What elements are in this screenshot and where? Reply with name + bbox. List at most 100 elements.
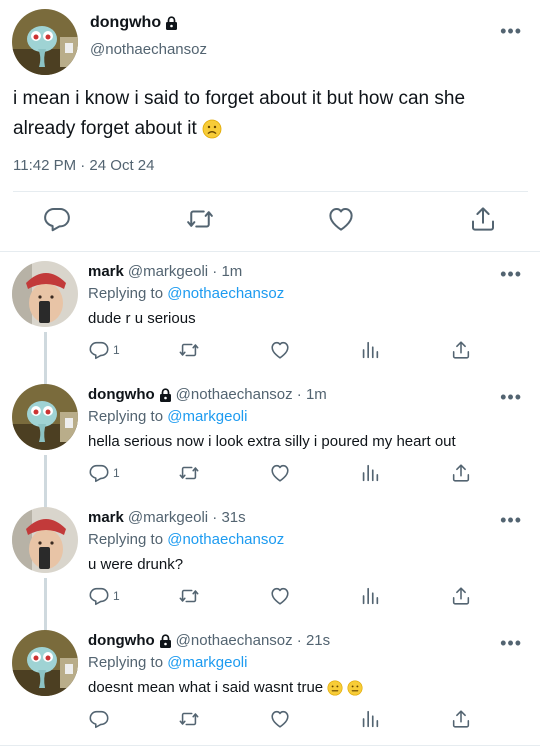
share-icon xyxy=(452,587,470,605)
heart-icon xyxy=(271,587,289,605)
author-name[interactable]: dongwho xyxy=(88,386,155,403)
avatar[interactable] xyxy=(12,507,78,573)
views-button[interactable] xyxy=(359,462,381,484)
reply-tweet[interactable]: mark @markgeoli · 31s ••• Replying to @noth… xyxy=(0,499,540,623)
share-button[interactable] xyxy=(450,462,472,484)
reply-button[interactable] xyxy=(42,204,72,234)
views-icon xyxy=(362,710,379,728)
reply-header: mark @markgeoli · 31s xyxy=(88,509,246,526)
share-button[interactable] xyxy=(450,339,472,361)
reply-icon xyxy=(89,464,109,483)
tweet-text: hella serious now i look extra silly i p… xyxy=(88,433,456,450)
more-options-button[interactable]: ••• xyxy=(500,265,522,283)
author-handle-time[interactable]: @markgeoli · 31s xyxy=(128,509,246,526)
neutral-face-icon xyxy=(327,680,343,696)
views-icon xyxy=(362,587,379,605)
lock-icon xyxy=(159,633,171,648)
share-button[interactable] xyxy=(450,585,472,607)
share-button[interactable] xyxy=(468,204,498,234)
views-button[interactable] xyxy=(359,708,381,730)
avatar[interactable] xyxy=(12,9,78,75)
retweet-button[interactable] xyxy=(178,339,200,361)
replying-to-label: Replying to xyxy=(88,654,164,671)
more-options-button[interactable]: ••• xyxy=(500,388,522,406)
replying-to-label: Replying to xyxy=(88,531,164,548)
reply-icon xyxy=(44,208,70,232)
retweet-button[interactable] xyxy=(185,204,215,234)
retweet-button[interactable] xyxy=(178,462,200,484)
more-options-button[interactable]: ••• xyxy=(500,634,522,652)
tweet-actions xyxy=(0,204,540,240)
tweet-actions xyxy=(0,708,540,732)
replying-to: Replying to @nothaechansoz xyxy=(88,531,284,548)
tweet-text: i mean i know i said to forget about it … xyxy=(13,84,523,144)
like-button[interactable] xyxy=(269,585,291,607)
heart-icon xyxy=(329,208,353,231)
reply-count: 1 xyxy=(113,589,120,603)
neutral-face-icon xyxy=(347,680,364,696)
more-options-button[interactable]: ••• xyxy=(500,22,522,40)
replying-to-link[interactable]: @nothaechansoz xyxy=(167,531,284,548)
reply-header: dongwho @nothaechansoz · 1m xyxy=(88,386,327,403)
tweet-actions: 1 xyxy=(0,585,540,609)
tweet-actions: 1 xyxy=(0,339,540,363)
retweet-icon xyxy=(179,466,199,480)
replying-to-label: Replying to xyxy=(88,408,164,425)
like-button[interactable] xyxy=(269,339,291,361)
reply-tweet[interactable]: dongwho @nothaechansoz · 1m ••• Replying to… xyxy=(0,376,540,500)
tweet-text-content: hella serious now i look extra silly i p… xyxy=(88,433,456,450)
replying-to-link[interactable]: @markgeoli xyxy=(167,408,247,425)
retweet-button[interactable] xyxy=(178,585,200,607)
share-button[interactable] xyxy=(450,708,472,730)
avatar[interactable] xyxy=(12,384,78,450)
author-name[interactable]: dongwho xyxy=(88,632,155,649)
reply-button[interactable]: 1 xyxy=(88,585,120,607)
reply-icon xyxy=(89,587,109,606)
tweet-text: dude r u serious xyxy=(88,310,196,327)
author-name[interactable]: mark xyxy=(88,263,124,280)
heart-icon xyxy=(271,464,289,482)
replying-to-link[interactable]: @markgeoli xyxy=(167,654,247,671)
reply-count: 1 xyxy=(113,466,120,480)
heart-icon xyxy=(271,341,289,359)
author-handle-time[interactable]: @nothaechansoz · 21s xyxy=(176,632,331,649)
retweet-icon xyxy=(187,210,213,228)
tweet-text-content: dude r u serious xyxy=(88,310,196,327)
tweet-text: u were drunk? xyxy=(88,556,183,573)
lock-icon xyxy=(166,16,178,30)
replying-to: Replying to @nothaechansoz xyxy=(88,285,284,302)
like-button[interactable] xyxy=(269,708,291,730)
author-name[interactable]: mark xyxy=(88,509,124,526)
tweet-text-content: i mean i know i said to forget about it … xyxy=(13,88,466,139)
author-handle[interactable]: @nothaechansoz xyxy=(90,41,207,58)
heart-icon xyxy=(271,710,289,728)
more-options-button[interactable]: ••• xyxy=(500,511,522,529)
reply-tweet[interactable]: mark @markgeoli · 1m ••• Replying to @notha… xyxy=(0,253,540,377)
divider xyxy=(13,191,528,192)
like-button[interactable] xyxy=(269,462,291,484)
reply-button[interactable] xyxy=(88,708,113,730)
author-name-text[interactable]: dongwho xyxy=(90,14,161,32)
replying-to-label: Replying to xyxy=(88,285,164,302)
avatar[interactable] xyxy=(12,261,78,327)
views-button[interactable] xyxy=(359,585,381,607)
replying-to: Replying to @markgeoli xyxy=(88,654,247,671)
retweet-button[interactable] xyxy=(178,708,200,730)
tweet-text: doesnt mean what i said wasnt true xyxy=(88,679,364,696)
like-button[interactable] xyxy=(326,204,356,234)
author-name[interactable]: dongwho xyxy=(90,14,178,32)
reply-tweet[interactable]: dongwho @nothaechansoz · 21s ••• Replying t… xyxy=(0,622,540,746)
tweet-timestamp[interactable]: 11:42 PM · 24 Oct 24 xyxy=(13,157,154,174)
reply-button[interactable]: 1 xyxy=(88,339,120,361)
views-icon xyxy=(362,464,379,482)
avatar[interactable] xyxy=(12,630,78,696)
views-button[interactable] xyxy=(359,339,381,361)
replying-to-link[interactable]: @nothaechansoz xyxy=(167,285,284,302)
retweet-icon xyxy=(179,589,199,603)
lock-icon xyxy=(159,387,171,402)
reply-button[interactable]: 1 xyxy=(88,462,120,484)
author-handle-time[interactable]: @markgeoli · 1m xyxy=(128,263,242,280)
main-tweet: dongwho @nothaechansoz ••• i mean i know… xyxy=(0,0,540,252)
author-handle-time[interactable]: @nothaechansoz · 1m xyxy=(176,386,327,403)
share-icon xyxy=(452,341,470,359)
